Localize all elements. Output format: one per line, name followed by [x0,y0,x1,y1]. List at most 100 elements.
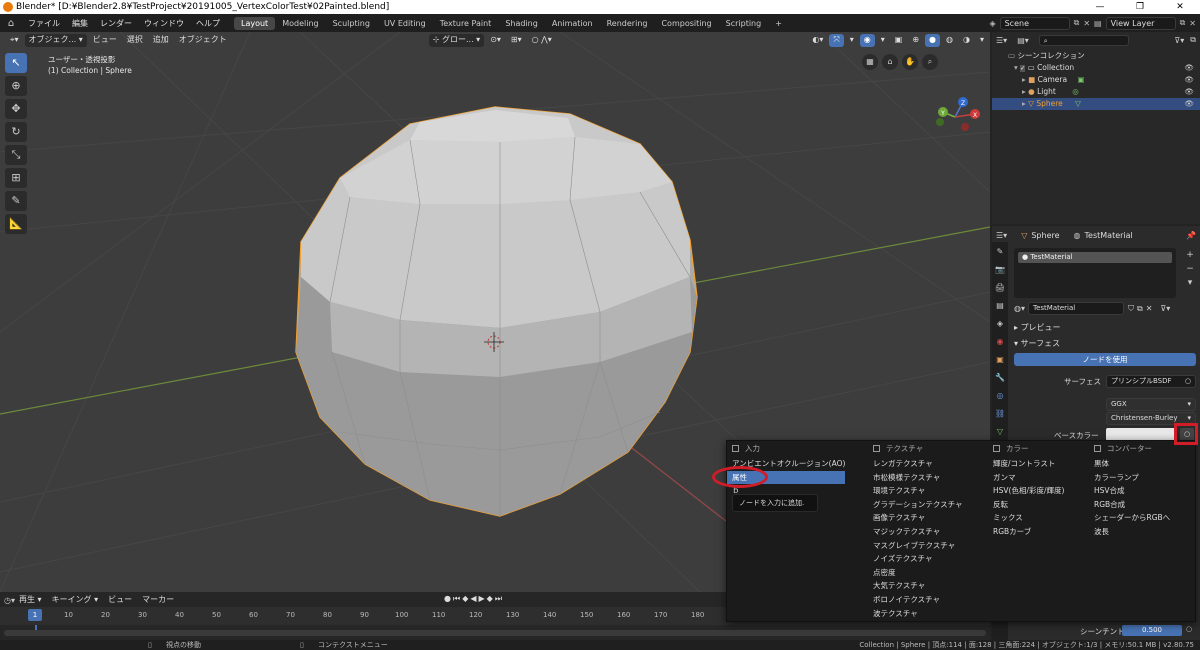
expand-arrow-icon[interactable]: ▸ [1022,99,1026,108]
tool-tab-icon[interactable]: ✎ [994,246,1006,258]
tab-scripting[interactable]: Scripting [719,17,769,30]
overlay-toggle-icon[interactable]: ◉ [859,33,875,47]
pin-icon[interactable]: 📌 [1186,231,1196,240]
menu-timeline-view[interactable]: ビュー [104,594,136,607]
snap-icon[interactable]: ⊞▾ [507,34,526,47]
sheen-tint-link-icon[interactable]: ○ [1186,625,1192,633]
menu-add[interactable]: 追加 [149,34,173,47]
render-tab-icon[interactable]: 📷 [994,264,1006,276]
checkbox-icon[interactable]: ✓ [1020,65,1026,72]
tab-sculpting[interactable]: Sculpting [326,17,377,30]
maximize-button[interactable]: ❐ [1120,0,1160,14]
menu-item-gradient-texture[interactable]: グラデーションテクスチャ [868,498,986,512]
visibility-eye-icon[interactable]: 👁 [1184,86,1194,98]
outliner-search-input[interactable]: ⌕ [1038,34,1129,46]
delete-scene-icon[interactable]: ✕ [1083,19,1090,28]
display-mode-icon[interactable]: ▤▾ [1017,36,1029,45]
timeline-editor-icon[interactable]: ◷▾ [4,596,15,605]
move-tool-icon[interactable]: ✥ [5,99,27,119]
view-layer-tab-icon[interactable]: ▤ [994,300,1006,312]
panel-surface-header[interactable]: ▾ サーフェス [1014,338,1060,349]
view-layer-field[interactable]: View Layer [1105,16,1176,30]
menu-object[interactable]: オブジェクト [175,34,231,47]
menu-item-brick-texture[interactable]: レンガテクスチャ [868,457,986,471]
menu-item-wavelength[interactable]: 波長 [1089,525,1200,539]
shading-dropdown-icon[interactable]: ▾ [976,34,988,47]
scene-icon[interactable]: ◈ [989,19,995,28]
new-scene-icon[interactable]: ⧉ [1074,18,1080,28]
fake-user-icon[interactable]: ⛉ [1128,304,1134,314]
tab-rendering[interactable]: Rendering [600,17,655,30]
tab-animation[interactable]: Animation [545,17,600,30]
add-workspace-button[interactable]: + [768,17,789,30]
close-button[interactable]: ✕ [1160,0,1200,14]
menu-item-blackbody[interactable]: 黒体 [1089,457,1200,471]
shading-wireframe-icon[interactable]: ⊕ [908,34,923,47]
scene-field[interactable]: Scene [999,16,1070,30]
rotate-tool-icon[interactable]: ↻ [5,122,27,142]
world-tab-icon[interactable]: ◉ [994,336,1006,348]
shading-rendered-icon[interactable]: ◑ [959,34,974,47]
visibility-icon[interactable]: ◐▾ [808,34,827,47]
menu-item-combine-hsv[interactable]: HSV合成 [1089,484,1200,498]
annotate-tool-icon[interactable]: ✎ [5,191,27,211]
menu-window[interactable]: ウィンドウ [138,18,190,29]
panel-preview-header[interactable]: ▸ プレビュー [1014,322,1061,333]
minimize-button[interactable]: — [1080,0,1120,14]
outliner-row-collection[interactable]: ▾ ✓ ▭ Collection 👁 [992,62,1200,74]
outliner-row-scene-collection[interactable]: ▭ シーンコレクション [992,50,1200,62]
menu-item-wave-texture[interactable]: 波テクスチャ [868,607,986,621]
tab-layout[interactable]: Layout [234,16,276,30]
mesh-data-icon[interactable]: ▽ [1075,99,1081,108]
xray-icon[interactable]: ▣ [891,34,907,47]
cursor-tool-icon[interactable]: ⊕ [5,76,27,96]
delete-view-layer-icon[interactable]: ✕ [1189,19,1196,28]
menu-edit[interactable]: 編集 [66,18,94,29]
pivot-point-icon[interactable]: ⊙▾ [486,34,505,47]
zoom-view-icon[interactable]: ⌕ [922,54,938,70]
use-nodes-button[interactable]: ノードを使用 [1014,353,1196,366]
expand-arrow-icon[interactable]: ▾ [1014,63,1018,72]
new-collection-icon[interactable]: ⧉ [1190,35,1196,45]
outliner-row-sphere[interactable]: ▸ ▽ Sphere ▽ 👁 [992,98,1200,110]
slot-specials-icon[interactable]: ▾ [1184,276,1196,290]
duplicate-material-icon[interactable]: ⧉ [1137,304,1143,314]
light-data-icon[interactable]: ◎ [1072,87,1079,96]
menu-item-combine-rgb[interactable]: RGB合成 [1089,498,1200,512]
distribution-dropdown[interactable]: GGX ▾ [1106,398,1196,411]
outliner-row-camera[interactable]: ▸ ■ Camera ▣ 👁 [992,74,1200,86]
visibility-eye-icon[interactable]: 👁 [1184,74,1194,86]
menu-item-checker-texture[interactable]: 市松模様テクスチャ [868,471,986,485]
material-slot-list[interactable]: ● TestMaterial [1014,248,1176,298]
menu-render[interactable]: レンダー [94,18,138,29]
menu-file[interactable]: ファイル [22,18,66,29]
output-tab-icon[interactable]: 🖨 [994,282,1006,294]
menu-item-sky-texture[interactable]: 大気テクスチャ [868,579,986,593]
modifier-tab-icon[interactable]: 🔧 [994,372,1006,384]
menu-item-musgrave-texture[interactable]: マスグレイブテクスチャ [868,539,986,553]
overlay-dropdown-icon[interactable]: ▾ [877,34,889,47]
menu-keying[interactable]: キーイング ▾ [48,594,103,607]
material-link-icon[interactable]: ⊽▾ [1160,304,1170,313]
gizmo-toggle-icon[interactable]: ⤧ [829,33,844,47]
menu-playback[interactable]: 再生 ▾ [15,594,46,607]
remove-slot-button[interactable]: − [1184,262,1196,276]
play-button[interactable]: ▶ [479,594,485,604]
tab-texture-paint[interactable]: Texture Paint [433,17,499,30]
transform-tool-icon[interactable]: ⊞ [5,168,27,188]
expand-arrow-icon[interactable]: ▸ [1022,87,1026,96]
browse-material-icon[interactable]: ◍▾ [1014,304,1025,313]
tab-compositing[interactable]: Compositing [654,17,718,30]
surface-shader-field[interactable]: プリンシプルBSDF ○ [1106,375,1196,388]
view-layer-icon[interactable]: ▤ [1094,19,1102,28]
transform-orientation-dropdown[interactable]: ⊹ グロー... ▾ [428,33,485,47]
menu-select[interactable]: 選択 [123,34,147,47]
pan-view-icon[interactable]: ✋ [902,54,918,70]
menu-item-color-ramp[interactable]: カラーランプ [1089,471,1200,485]
tab-uv-editing[interactable]: UV Editing [377,17,433,30]
tab-modeling[interactable]: Modeling [275,17,325,30]
constraint-tab-icon[interactable]: ⛓ [994,408,1006,420]
scale-tool-icon[interactable]: ⤡ [5,145,27,165]
blender-menu-icon[interactable]: ⌂ [0,18,22,29]
menu-item-voronoi-texture[interactable]: ボロノイテクスチャ [868,593,986,607]
